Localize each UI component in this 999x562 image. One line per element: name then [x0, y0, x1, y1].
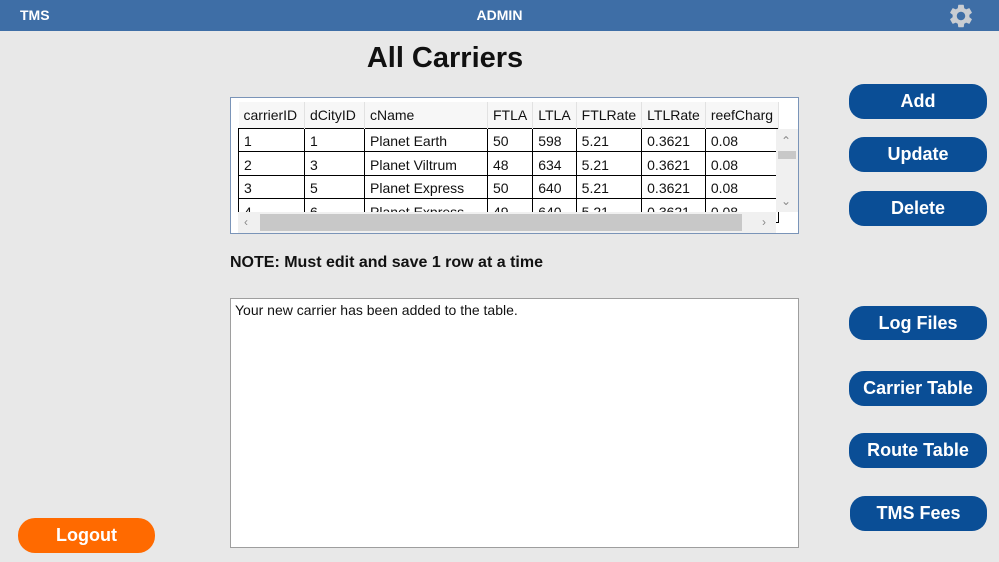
- top-bar: TMS ADMIN: [0, 0, 999, 31]
- column-header[interactable]: LTLRate: [641, 102, 706, 128]
- message-output-box[interactable]: Your new carrier has been added to the t…: [230, 298, 799, 548]
- table-cell[interactable]: Planet Viltrum: [364, 151, 488, 176]
- table-cell[interactable]: 3: [304, 151, 365, 176]
- column-header[interactable]: LTLA: [532, 102, 577, 128]
- vertical-scrollbar[interactable]: ⌃ ⌄: [776, 129, 798, 212]
- table-cell[interactable]: 5.21: [575, 151, 643, 176]
- table-cell[interactable]: 1: [304, 127, 365, 152]
- table-cell[interactable]: 3: [238, 175, 305, 199]
- table-header-row: carrierID dCityID cName FTLA LTLA FTLRat…: [238, 102, 780, 128]
- scroll-left-icon[interactable]: ‹: [244, 216, 248, 228]
- message-text: Your new carrier has been added to the t…: [235, 302, 518, 318]
- scroll-right-icon[interactable]: ›: [762, 216, 766, 228]
- table-cell[interactable]: 1: [238, 127, 305, 152]
- horizontal-scrollbar[interactable]: ‹ ›: [238, 212, 776, 233]
- log-files-button[interactable]: Log Files: [849, 306, 987, 340]
- user-role: ADMIN: [476, 7, 523, 23]
- edit-note: NOTE: Must edit and save 1 row at a time: [230, 254, 543, 271]
- logout-button[interactable]: Logout: [18, 518, 155, 553]
- table-cell[interactable]: 634: [532, 151, 577, 176]
- tms-fees-button[interactable]: TMS Fees: [850, 496, 987, 531]
- table-cell[interactable]: 2: [238, 151, 305, 176]
- column-header[interactable]: dCityID: [304, 102, 365, 128]
- table-cell[interactable]: 0.3621: [641, 151, 706, 176]
- table-row[interactable]: 1 1 Planet Earth 50 598 5.21 0.3621 0.08: [238, 127, 780, 152]
- page-title: All Carriers: [366, 42, 524, 74]
- table-row[interactable]: 2 3 Planet Viltrum 48 634 5.21 0.3621 0.…: [238, 151, 780, 176]
- table-cell[interactable]: 5: [304, 175, 365, 199]
- column-header[interactable]: FTLRate: [576, 102, 643, 128]
- carriers-table: carrierID dCityID cName FTLA LTLA FTLRat…: [238, 102, 780, 223]
- table-cell[interactable]: 0.08: [704, 151, 780, 176]
- column-header[interactable]: reefCharg: [705, 102, 780, 128]
- column-header[interactable]: FTLA: [487, 102, 534, 128]
- horizontal-scroll-thumb[interactable]: [260, 214, 742, 231]
- table-cell[interactable]: 640: [532, 175, 577, 199]
- gear-icon[interactable]: [947, 2, 975, 30]
- table-cell[interactable]: Planet Earth: [364, 127, 488, 152]
- table-cell[interactable]: 5.21: [575, 175, 643, 199]
- add-button[interactable]: Add: [849, 84, 987, 119]
- carrier-table-button[interactable]: Carrier Table: [849, 371, 987, 406]
- table-cell[interactable]: 5.21: [575, 127, 643, 152]
- route-table-button[interactable]: Route Table: [849, 433, 987, 468]
- table-cell[interactable]: 598: [532, 127, 577, 152]
- table-cell[interactable]: 48: [486, 151, 534, 176]
- vertical-scroll-thumb[interactable]: [778, 151, 796, 159]
- column-header[interactable]: cName: [364, 102, 488, 128]
- table-cell[interactable]: 50: [486, 175, 534, 199]
- table-cell[interactable]: 50: [486, 127, 534, 152]
- table-cell[interactable]: 0.3621: [641, 175, 706, 199]
- scroll-up-icon[interactable]: ⌃: [781, 135, 791, 147]
- table-row[interactable]: 3 5 Planet Express 50 640 5.21 0.3621 0.…: [238, 175, 780, 199]
- table-cell[interactable]: Planet Express: [364, 175, 488, 199]
- column-header[interactable]: carrierID: [238, 102, 305, 128]
- table-cell[interactable]: 0.08: [704, 127, 780, 152]
- scroll-down-icon[interactable]: ⌄: [781, 195, 791, 207]
- table-cell[interactable]: 0.08: [704, 175, 780, 199]
- table-cell[interactable]: 0.3621: [641, 127, 706, 152]
- delete-button[interactable]: Delete: [849, 191, 987, 226]
- update-button[interactable]: Update: [849, 137, 987, 172]
